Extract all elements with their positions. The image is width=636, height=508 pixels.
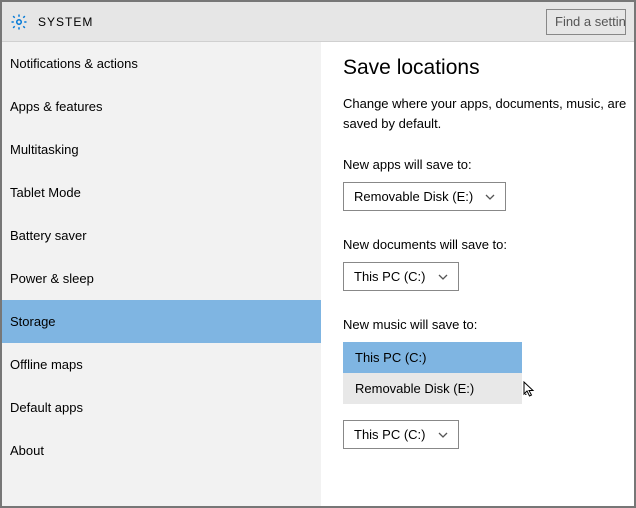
header-title: SYSTEM xyxy=(38,15,93,29)
search-input[interactable]: Find a settin xyxy=(546,9,626,35)
sidebar-item-label: About xyxy=(10,443,44,458)
music-dropdown-open[interactable]: This PC (C:) Removable Disk (E:) : xyxy=(343,342,528,404)
content-pane: Save locations Change where your apps, d… xyxy=(321,42,634,506)
dropdown-1[interactable]: This PC (C:) xyxy=(343,262,459,291)
field-label: New documents will save to: xyxy=(343,237,634,252)
sidebar-item-multitasking[interactable]: Multitasking xyxy=(2,128,321,171)
dropdown-option-this-pc[interactable]: This PC (C:) xyxy=(343,342,522,373)
field-label: New apps will save to: xyxy=(343,157,634,172)
sidebar-item-apps-features[interactable]: Apps & features xyxy=(2,85,321,128)
dropdown-value: This PC (C:) xyxy=(354,427,426,442)
bottom-dropdown[interactable]: This PC (C:) xyxy=(343,420,459,449)
sidebar-item-power-sleep[interactable]: Power & sleep xyxy=(2,257,321,300)
sidebar-item-battery-saver[interactable]: Battery saver xyxy=(2,214,321,257)
sidebar-item-label: Power & sleep xyxy=(10,271,94,286)
sidebar-item-label: Offline maps xyxy=(10,357,83,372)
trailing-text: : xyxy=(524,383,528,404)
chevron-down-icon xyxy=(438,430,448,440)
page-description: Change where your apps, documents, music… xyxy=(343,94,634,133)
dropdown-0[interactable]: Removable Disk (E:) xyxy=(343,182,506,211)
sidebar-item-label: Battery saver xyxy=(10,228,87,243)
dropdown-value: This PC (C:) xyxy=(354,269,426,284)
page-title: Save locations xyxy=(343,56,634,80)
header-bar: SYSTEM Find a settin xyxy=(2,2,634,42)
sidebar-item-notifications-actions[interactable]: Notifications & actions xyxy=(2,42,321,85)
sidebar-item-tablet-mode[interactable]: Tablet Mode xyxy=(2,171,321,214)
chevron-down-icon xyxy=(485,192,495,202)
sidebar-item-label: Tablet Mode xyxy=(10,185,81,200)
music-field-label: New music will save to: xyxy=(343,317,634,332)
sidebar-item-label: Apps & features xyxy=(10,99,103,114)
option-label: This PC (C:) xyxy=(355,350,427,365)
sidebar-item-label: Notifications & actions xyxy=(10,56,138,71)
sidebar-item-label: Storage xyxy=(10,314,56,329)
sidebar-item-default-apps[interactable]: Default apps xyxy=(2,386,321,429)
search-placeholder: Find a settin xyxy=(555,14,626,29)
sidebar-item-offline-maps[interactable]: Offline maps xyxy=(2,343,321,386)
sidebar-item-label: Multitasking xyxy=(10,142,79,157)
sidebar-item-label: Default apps xyxy=(10,400,83,415)
option-label: Removable Disk (E:) xyxy=(355,381,474,396)
gear-icon xyxy=(10,13,28,31)
sidebar-item-storage[interactable]: Storage xyxy=(2,300,321,343)
sidebar: Notifications & actions Apps & features Mu… xyxy=(2,42,321,506)
sidebar-item-about[interactable]: About xyxy=(2,429,321,472)
main-area: Notifications & actions Apps & features Mu… xyxy=(2,42,634,506)
chevron-down-icon xyxy=(438,272,448,282)
dropdown-value: Removable Disk (E:) xyxy=(354,189,473,204)
dropdown-option-removable[interactable]: Removable Disk (E:) xyxy=(343,373,522,404)
